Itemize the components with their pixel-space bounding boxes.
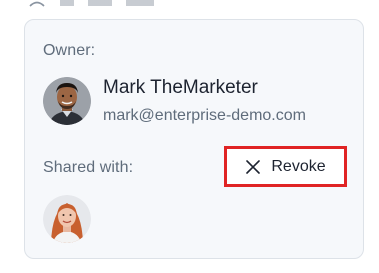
clipped-header-row	[28, 0, 204, 7]
owner-name: Mark TheMarketer	[103, 77, 258, 98]
owner-email: mark@enterprise-demo.com	[103, 107, 306, 124]
shared-with-label: Shared with:	[43, 159, 134, 176]
owner-avatar	[43, 77, 91, 125]
share-panel: Owner: Mark TheMarketer mark@enterprise-…	[0, 0, 379, 273]
shared-user-avatar[interactable]	[43, 195, 91, 243]
owner-info: Mark TheMarketer mark@enterprise-demo.co…	[103, 76, 306, 126]
clipped-header-text	[54, 0, 204, 6]
owner-label: Owner:	[43, 42, 96, 59]
owner-row: Mark TheMarketer mark@enterprise-demo.co…	[43, 76, 306, 126]
avatar-woman-icon	[43, 195, 91, 243]
sharing-card: Owner: Mark TheMarketer mark@enterprise-…	[24, 19, 364, 259]
close-icon	[245, 159, 261, 175]
avatar-man-icon	[43, 77, 91, 125]
revoke-label: Revoke	[271, 157, 326, 175]
person-icon	[28, 0, 46, 7]
revoke-button[interactable]: Revoke	[224, 146, 347, 187]
